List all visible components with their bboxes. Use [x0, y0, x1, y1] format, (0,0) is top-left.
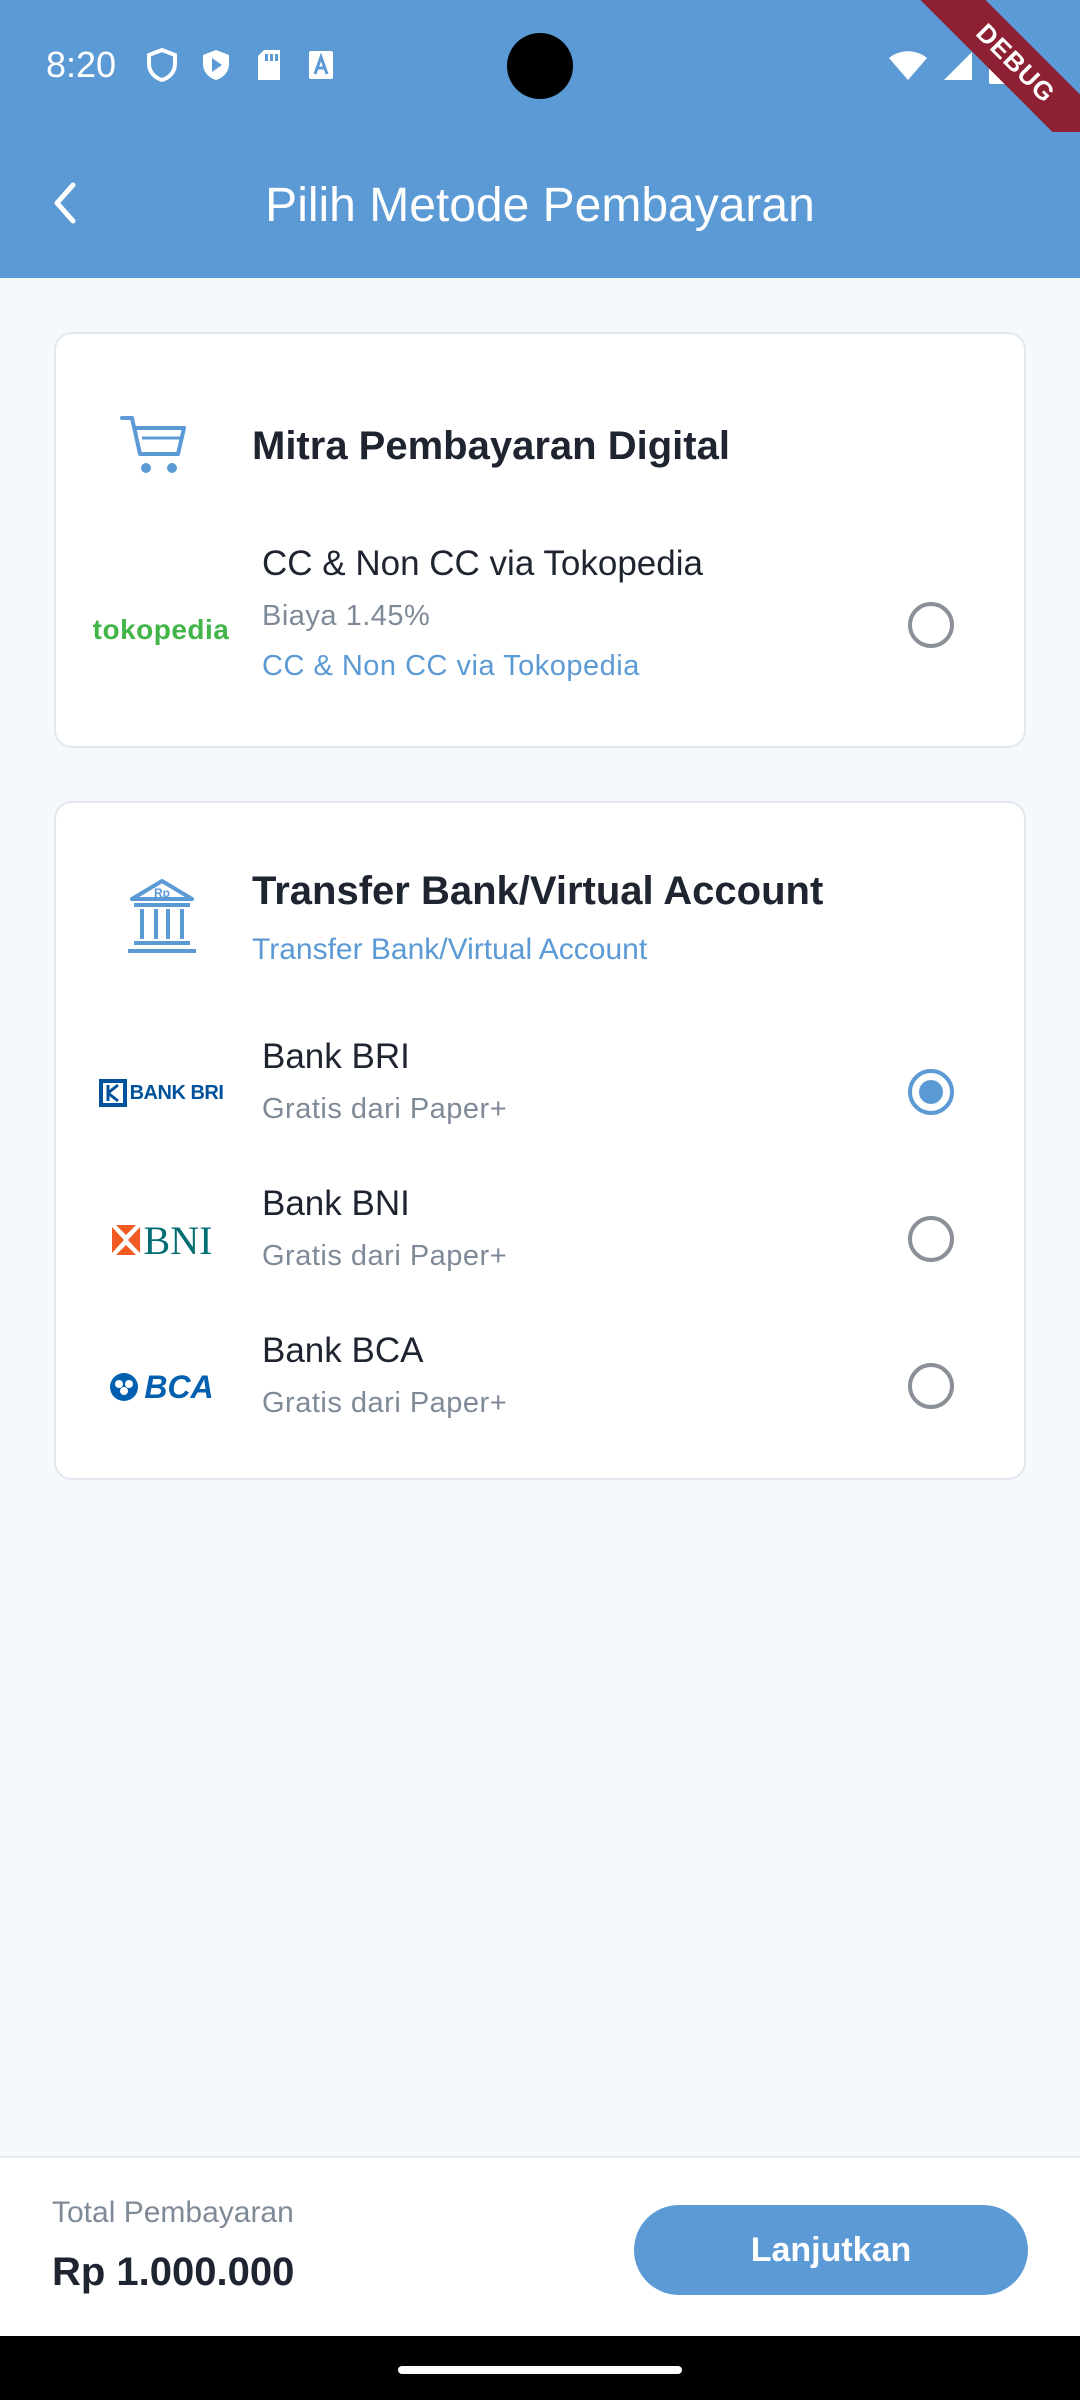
bank-transfer-card: Rp Transfer Bank/Virtual Account Transfe…: [54, 801, 1026, 1480]
bank-icon: Rp: [128, 879, 196, 953]
radio-bca[interactable]: [908, 1363, 954, 1409]
bni-logo-mark: [111, 1225, 140, 1255]
bri-logo: BANK BRI: [96, 1063, 226, 1123]
option-title: CC & Non CC via Tokopedia: [262, 544, 703, 583]
option-fee: Biaya 1.45%: [262, 600, 431, 632]
option-subtitle: Gratis dari Paper+: [262, 1387, 508, 1419]
status-bar: 8:20 DEBUG: [0, 0, 1080, 172]
sd-card-icon: [258, 50, 280, 80]
total-value: Rp 1.000.000: [52, 2250, 295, 2294]
page-title: Pilih Metode Pembayaran: [265, 179, 815, 232]
tokopedia-logo-text: tokopedia: [92, 614, 230, 645]
cart-icon: [120, 416, 186, 473]
app-bar: Pilih Metode Pembayaran: [0, 132, 1080, 278]
payment-footer: Total Pembayaran Rp 1.000.000 Lanjutkan: [0, 2156, 1080, 2336]
payment-option-bca[interactable]: BCA Bank BCA Gratis dari Paper+: [56, 1327, 1028, 1447]
payment-option-bni[interactable]: BNI Bank BNI Gratis dari Paper+: [56, 1180, 1028, 1300]
option-title: Bank BRI: [262, 1037, 410, 1076]
status-time: 8:20: [46, 44, 117, 85]
shield-icon: [147, 48, 177, 82]
payment-option-bri[interactable]: BANK BRI Bank BRI Gratis dari Paper+: [56, 1033, 1028, 1153]
continue-button[interactable]: Lanjutkan: [634, 2205, 1028, 2295]
bni-logo: BNI: [96, 1210, 226, 1270]
option-title: Bank BCA: [262, 1331, 424, 1370]
section-title: Mitra Pembayaran Digital: [252, 424, 730, 468]
tokopedia-logo: tokopedia: [93, 600, 229, 660]
option-subtitle: Gratis dari Paper+: [262, 1093, 508, 1125]
radio-bni[interactable]: [908, 1216, 954, 1262]
bca-logo-mark: [110, 1373, 139, 1401]
bca-logo: BCA: [96, 1357, 226, 1417]
bni-logo-text: BNI: [143, 1217, 213, 1263]
bank-icon-text: Rp: [154, 886, 170, 900]
home-gesture-handle[interactable]: [398, 2366, 682, 2374]
digital-payment-card: Mitra Pembayaran Digital tokopedia CC & …: [54, 332, 1026, 748]
bca-logo-text: BCA: [144, 1368, 214, 1405]
payment-option-tokopedia[interactable]: tokopedia CC & Non CC via Tokopedia Biay…: [56, 540, 1028, 690]
bri-logo-mark: [98, 1079, 127, 1107]
bri-logo-text: BANK BRI: [129, 1081, 224, 1104]
option-subtitle: Gratis dari Paper+: [262, 1240, 508, 1272]
radio-tokopedia[interactable]: [908, 602, 954, 648]
font-icon: [309, 51, 333, 79]
total-label: Total Pembayaran: [52, 2196, 294, 2229]
play-protect-icon: [203, 50, 229, 80]
section-subtitle: Transfer Bank/Virtual Account: [252, 933, 648, 966]
camera-cutout: [507, 33, 573, 99]
radio-bri[interactable]: [908, 1069, 954, 1115]
system-nav-bar: [0, 2336, 1080, 2400]
status-notification-icons: [146, 48, 336, 82]
section-title: Transfer Bank/Virtual Account: [252, 869, 824, 913]
signal-icon: [944, 52, 972, 80]
wifi-icon: [889, 51, 927, 80]
option-title: Bank BNI: [262, 1184, 410, 1223]
option-note: CC & Non CC via Tokopedia: [262, 650, 640, 682]
